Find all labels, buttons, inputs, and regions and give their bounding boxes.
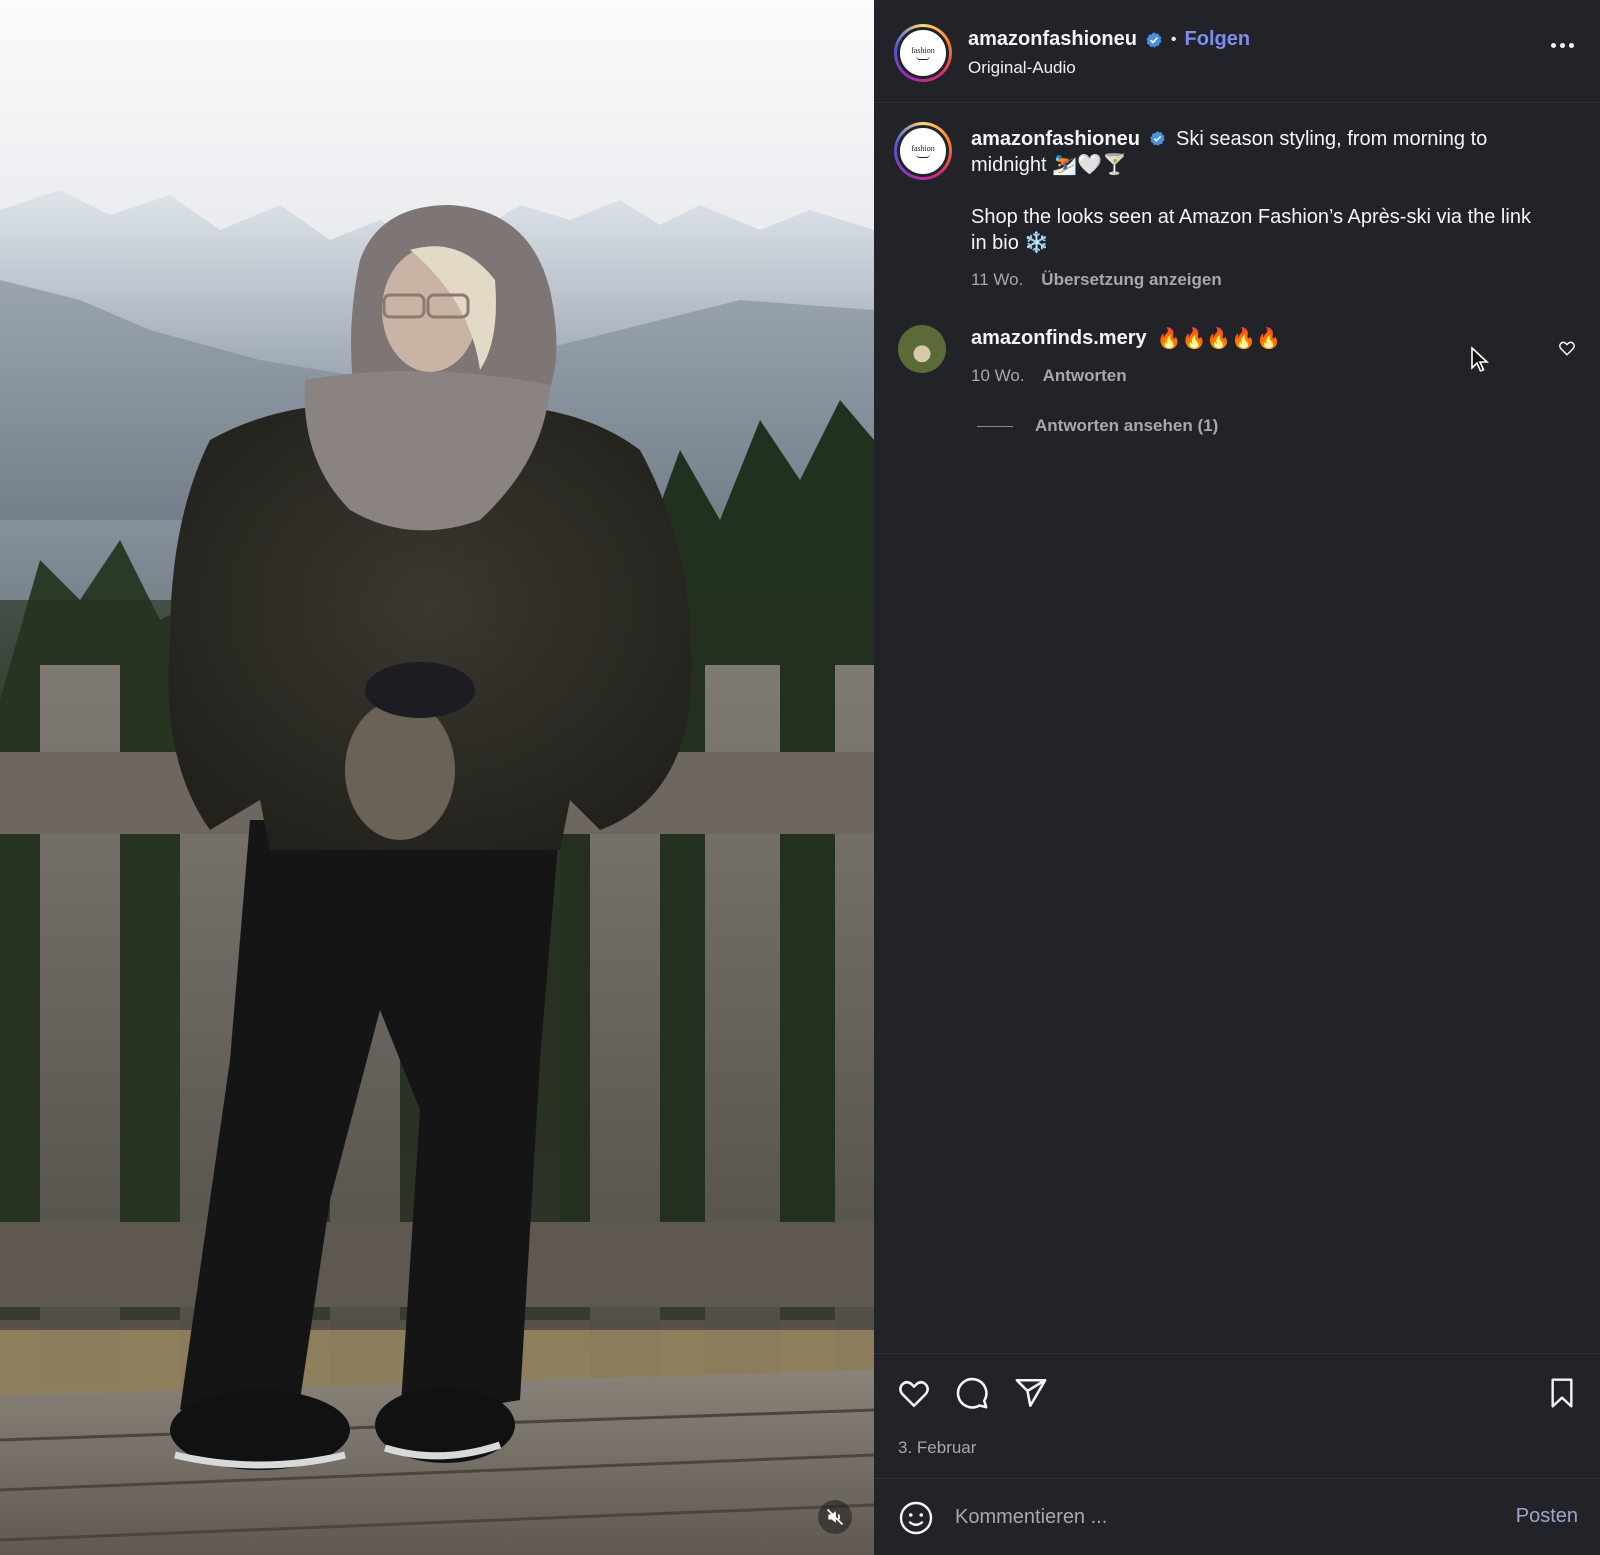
more-options-icon[interactable] — [1551, 43, 1574, 48]
verified-badge-icon — [1150, 131, 1166, 146]
author-avatar-image: fashion — [897, 27, 949, 79]
add-comment-bar: Posten — [874, 1478, 1600, 1555]
speaker-muted-icon — [826, 1508, 844, 1526]
comment-heart-icon[interactable] — [1558, 339, 1576, 357]
caption-line-1: amazonfashioneu Ski season styling, from… — [971, 126, 1551, 178]
post-date[interactable]: 3. Februar — [898, 1438, 976, 1458]
comment-input[interactable] — [955, 1501, 1475, 1533]
emoji-smile-icon[interactable] — [898, 1500, 934, 1536]
reply-link[interactable]: Antworten — [1043, 366, 1127, 386]
caption-meta: 11 Wo. Übersetzung anzeigen — [971, 270, 1222, 290]
post-details-panel: fashion amazonfashioneu • Folgen Origina… — [874, 0, 1600, 1555]
caption-author-username[interactable]: amazonfashioneu — [971, 128, 1140, 150]
author-avatar[interactable]: fashion — [894, 24, 952, 82]
post-header: fashion amazonfashioneu • Folgen Origina… — [874, 3, 1600, 103]
post-comment-button[interactable]: Posten — [1516, 1505, 1578, 1528]
post-media[interactable] — [0, 0, 874, 1555]
show-translation-link[interactable]: Übersetzung anzeigen — [1041, 270, 1221, 290]
commenter-username[interactable]: amazonfinds.mery — [971, 327, 1147, 350]
comment-text: 🔥🔥🔥🔥🔥 — [1156, 328, 1282, 350]
mute-toggle-button[interactable] — [818, 1500, 852, 1534]
comment-age: 10 Wo. — [971, 366, 1025, 385]
header-user-row: amazonfashioneu • Folgen — [968, 28, 1250, 51]
bookmark-icon[interactable] — [1546, 1376, 1578, 1410]
replies-divider-line — [977, 425, 1013, 427]
comment-bubble-icon[interactable] — [955, 1376, 989, 1410]
header-separator: • — [1170, 30, 1177, 48]
verified-badge-icon — [1146, 31, 1162, 48]
caption-avatar-logo-smile — [916, 154, 930, 158]
comment-body: amazonfinds.mery 🔥🔥🔥🔥🔥 — [971, 326, 1281, 351]
paper-plane-icon[interactable] — [1014, 1376, 1048, 1410]
view-replies-label: Antworten ansehen (1) — [1035, 416, 1219, 435]
original-audio-link[interactable]: Original-Audio — [968, 58, 1076, 78]
commenter-avatar[interactable] — [898, 325, 946, 373]
media-photo-scene — [0, 0, 874, 1555]
post-actions-bar: 3. Februar — [874, 1353, 1600, 1478]
avatar-logo-smile — [916, 56, 930, 60]
follow-button[interactable]: Folgen — [1185, 28, 1251, 51]
view-replies-button[interactable]: Antworten ansehen (1) — [977, 416, 1218, 436]
caption-age: 11 Wo. — [971, 270, 1024, 289]
caption-avatar-image: fashion — [897, 125, 949, 177]
caption-avatar-logo-text: fashion — [911, 143, 935, 153]
caption-text-2: Shop the looks seen at Amazon Fashion’s … — [971, 206, 1531, 254]
post-caption: amazonfashioneu Ski season styling, from… — [971, 126, 1551, 256]
caption-author-avatar[interactable]: fashion — [894, 122, 952, 180]
comment-meta: 10 Wo. Antworten — [971, 366, 1127, 386]
heart-icon[interactable] — [896, 1376, 932, 1410]
mouse-cursor-icon — [1471, 346, 1490, 373]
avatar-logo-text: fashion — [911, 45, 935, 55]
author-username[interactable]: amazonfashioneu — [968, 28, 1137, 51]
